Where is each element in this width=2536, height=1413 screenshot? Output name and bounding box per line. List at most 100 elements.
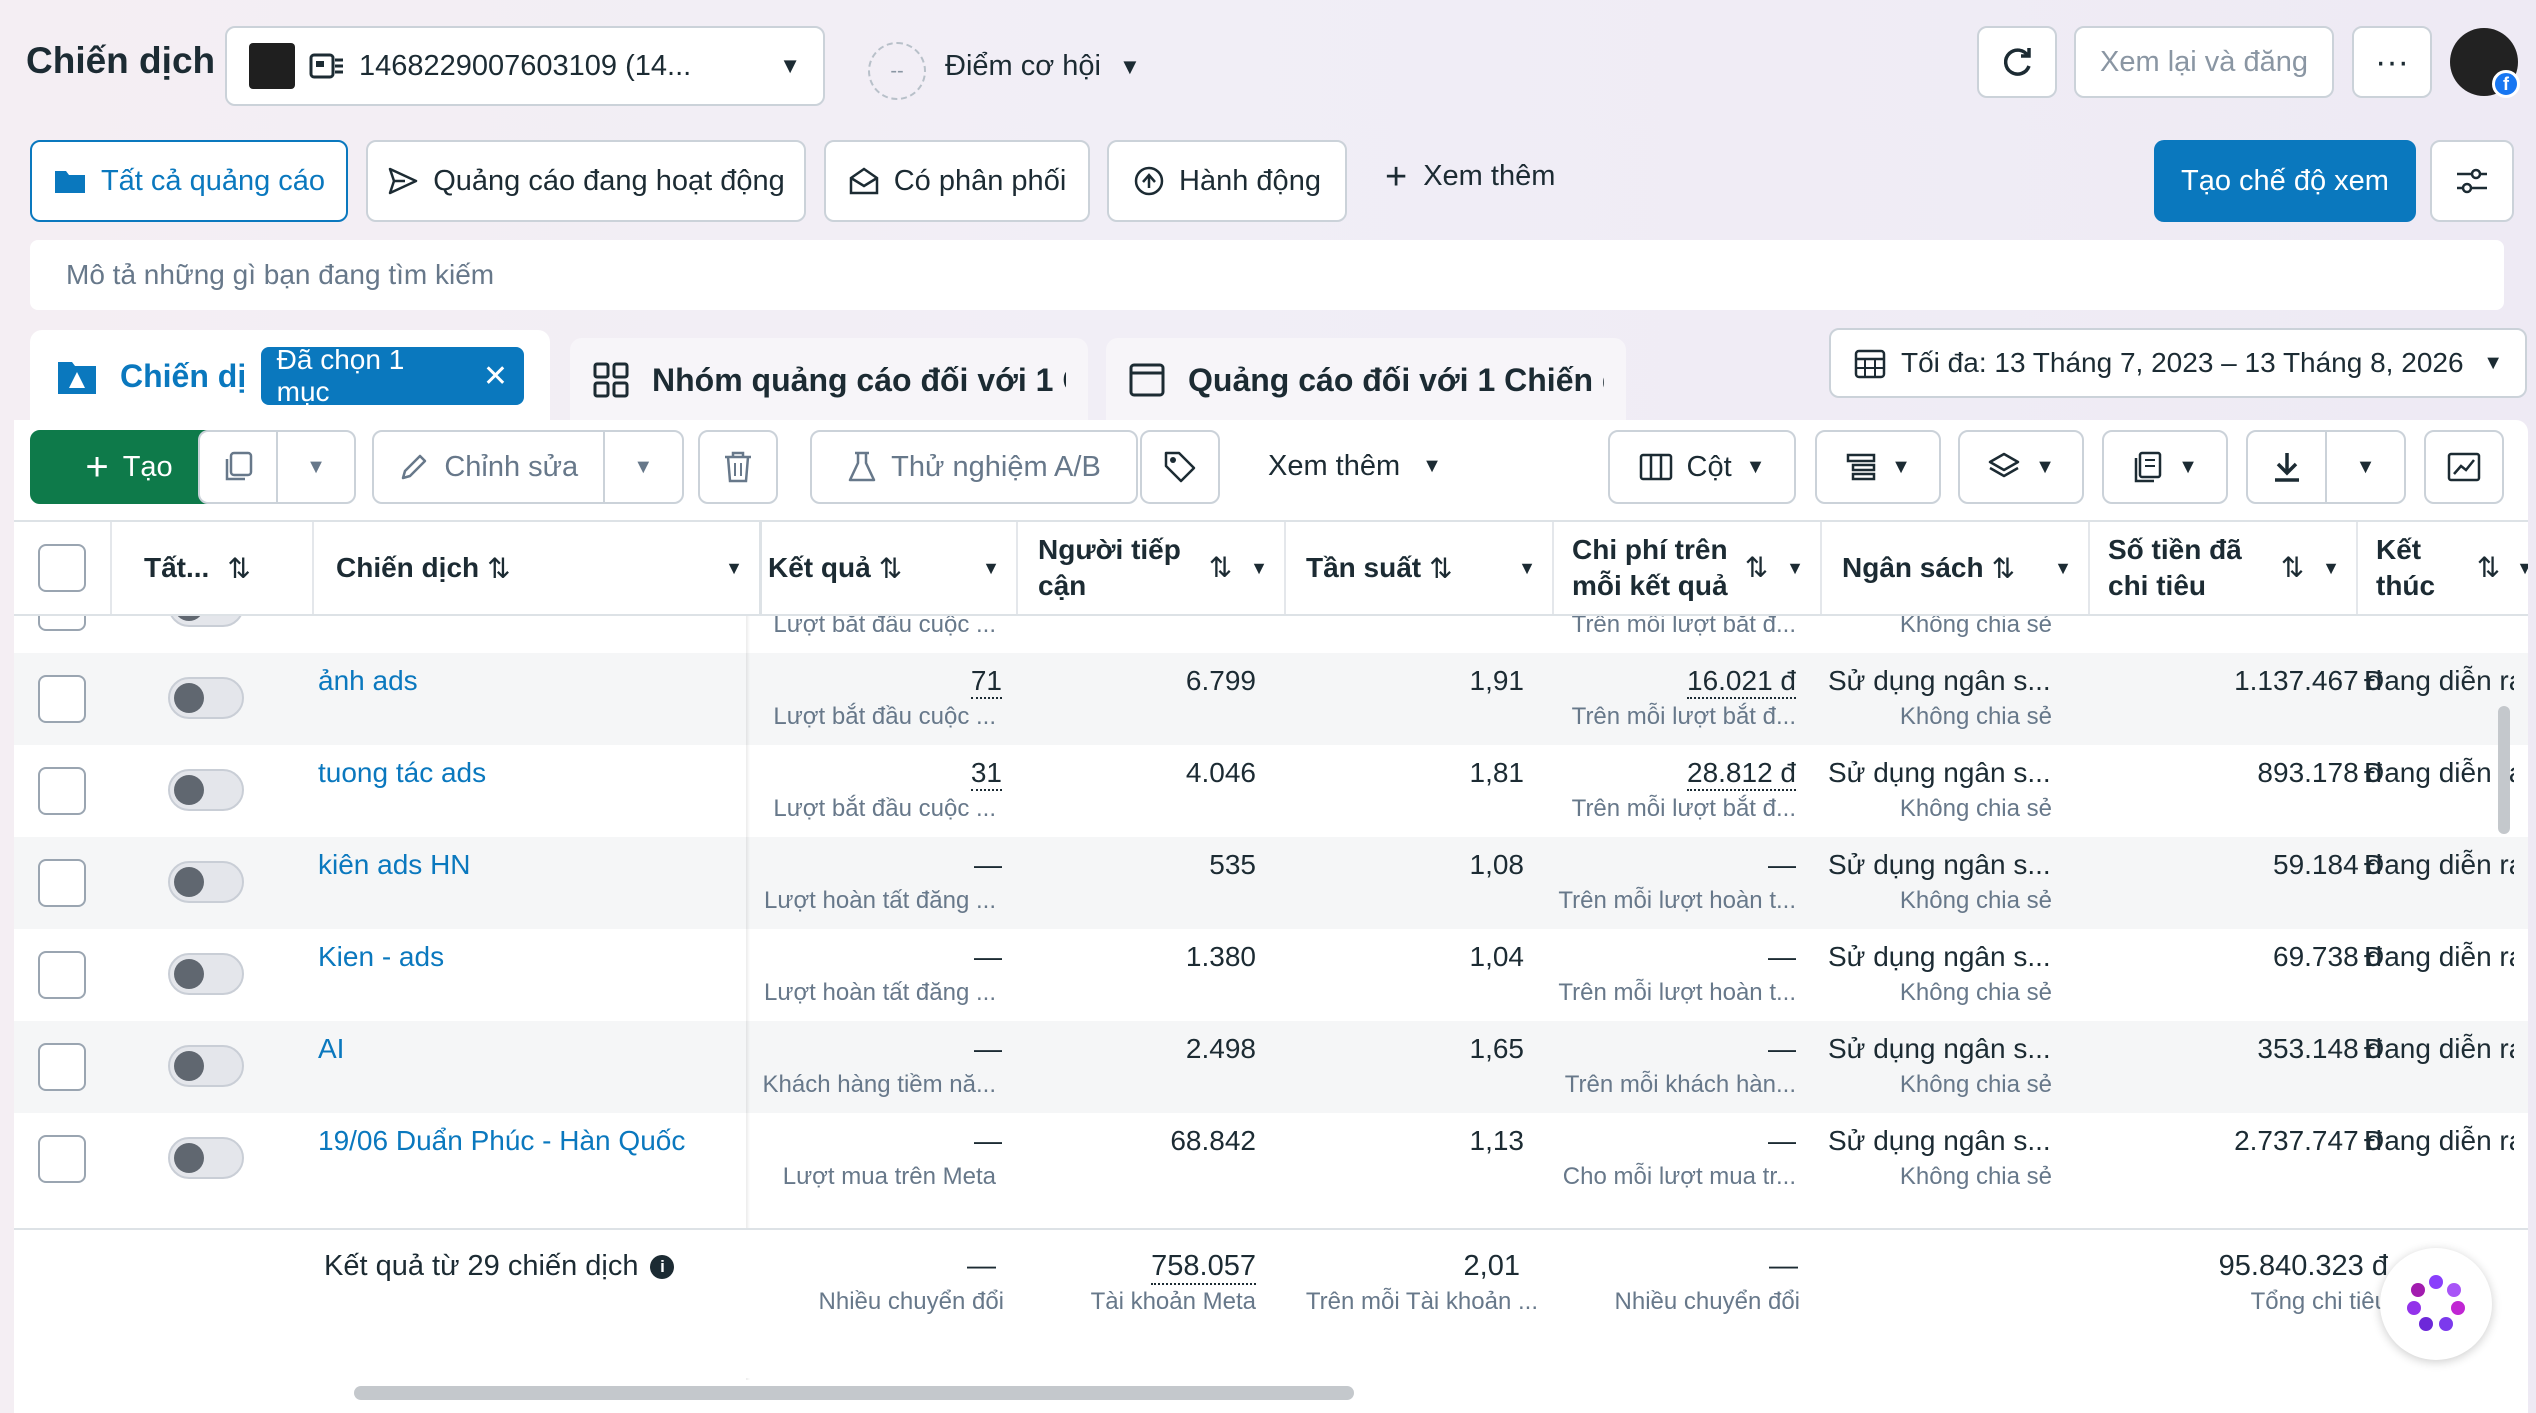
reach-value: 68.842 [1170, 1125, 1256, 1156]
columns-button[interactable]: Cột ▼ [1608, 430, 1796, 504]
campaign-name-link[interactable]: 19/06 Duẩn Phúc - Hàn Quốc [318, 1125, 685, 1157]
flask-icon [847, 450, 877, 484]
summary-label: Kết quả từ 29 chiến dịch i [324, 1250, 675, 1283]
refresh-button[interactable] [1977, 26, 2057, 98]
opportunity-score-dropdown[interactable]: Điểm cơ hội ▼ [945, 50, 1141, 83]
breakdown-icon [1845, 451, 1877, 483]
edit-button-group[interactable]: Chỉnh sửa ▼ [372, 430, 684, 504]
caret-down-icon: ▼ [2035, 455, 2055, 478]
table-row[interactable]: web7Lượt bắt đầu cuộc ...1.9041,5023.499… [14, 616, 2528, 653]
campaign-toggle[interactable] [168, 677, 244, 719]
end-status: Đang diễn ra [2364, 849, 2514, 880]
download-icon[interactable] [2248, 450, 2325, 484]
row-checkbox[interactable] [38, 859, 86, 907]
sort-icon: ⇅ [878, 552, 903, 584]
chevron-down-icon[interactable]: ▼ [605, 456, 683, 479]
tag-icon [1163, 450, 1197, 484]
column-header-amount-spent[interactable]: Số tiền đã chi tiêu ⇅ ▼ [2090, 522, 2358, 614]
campaign-name-link[interactable]: AI [318, 1033, 344, 1065]
row-checkbox[interactable] [38, 616, 86, 631]
account-icon [309, 51, 345, 81]
campaign-name-link[interactable]: tuong tác ads [318, 757, 486, 789]
cost-per-result-value: — [1768, 849, 1796, 880]
cost-per-result-sub: Trên mỗi lượt hoàn t... [1558, 887, 1796, 914]
horizontal-scrollbar[interactable] [354, 1386, 1354, 1400]
campaign-toggle[interactable] [168, 861, 244, 903]
selected-chip[interactable]: Đã chọn 1 mục ✕ [260, 344, 524, 407]
campaign-name-link[interactable]: kiên ads HN [318, 849, 471, 881]
table-row[interactable]: AI — Khách hàng tiềm nă... 2.498 1,65 — Trên m… [14, 1021, 2528, 1113]
more-options-button[interactable]: ··· [2352, 26, 2432, 98]
budget-sub: Không chia sẻ [1899, 795, 2052, 822]
column-header-frequency[interactable]: Tần suất ⇅ ▼ [1286, 522, 1554, 614]
ab-test-button[interactable]: Thử nghiệm A/B [810, 430, 1138, 504]
review-publish-button[interactable]: Xem lại và đăng [2074, 26, 2334, 98]
table-row[interactable]: ảnh ads 71 Lượt bắt đầu cuộc ... 6.799 1,91 1… [14, 653, 2528, 745]
campaign-name-link[interactable]: ảnh ads [318, 665, 418, 697]
info-icon[interactable]: i [650, 1254, 675, 1279]
tag-button[interactable] [1140, 430, 1220, 504]
result-type: Lượt hoàn tất đăng ... [764, 979, 996, 1006]
campaign-toggle[interactable] [168, 769, 244, 811]
table-row[interactable]: 19/06 Duẩn Phúc - Hàn Quốc — Lượt mua trên… [14, 1113, 2528, 1205]
layers-button[interactable]: ▼ [1958, 430, 2084, 504]
table-row[interactable]: kiên ads HN — Lượt hoàn tất đăng ... 535 1,0… [14, 837, 2528, 929]
search-input[interactable]: Mô tả những gì bạn đang tìm kiếm [30, 240, 2504, 310]
table-row[interactable]: Kien - ads — Lượt hoàn tất đăng ... 1.380 1,… [14, 929, 2528, 1021]
column-header-budget[interactable]: Ngân sách ⇅ ▼ [1822, 522, 2090, 614]
tab-ads[interactable]: Quảng cáo đối với 1 Chiến dịch [1106, 338, 1626, 422]
tab-campaigns[interactable]: Chiến dịch Đã chọn 1 mục ✕ [30, 330, 550, 422]
select-all-checkbox[interactable] [38, 544, 86, 592]
close-icon[interactable]: ✕ [483, 359, 508, 394]
column-header-all[interactable]: Tất... ⇅ [112, 522, 314, 614]
column-header-end[interactable]: Kết thúc ⇅ ▼ [2358, 522, 2528, 614]
duplicate-icon[interactable] [200, 450, 276, 484]
export-button-group[interactable]: ▼ [2246, 430, 2406, 504]
account-selector[interactable]: 1468229007603109 (14... ▼ [225, 26, 825, 106]
vertical-scrollbar[interactable] [2498, 706, 2510, 834]
breakdown-button[interactable]: ▼ [1815, 430, 1941, 504]
account-avatar [249, 43, 295, 89]
charts-button[interactable] [2424, 430, 2504, 504]
column-header-reach[interactable]: Người tiếp cận ⇅ ▼ [1018, 522, 1286, 614]
tab-ad-sets[interactable]: Nhóm quảng cáo đối với 1 Chiến dịch [570, 338, 1088, 422]
date-range-label: Tối đa: 13 Tháng 7, 2023 – 13 Tháng 8, 2… [1901, 347, 2464, 378]
campaign-toggle[interactable] [168, 1137, 244, 1179]
caret-down-icon: ▼ [2054, 557, 2072, 578]
edit-button[interactable]: Chỉnh sửa [374, 451, 603, 484]
column-header-campaign[interactable]: Chiến dịch ⇅ ▼ [314, 522, 762, 614]
chevron-down-icon[interactable]: ▼ [278, 456, 354, 479]
delete-button[interactable] [698, 430, 778, 504]
sort-icon: ⇅ [2280, 552, 2305, 583]
filter-action[interactable]: Hành động [1107, 140, 1347, 222]
column-header-cost-per-result[interactable]: Chi phí trên mỗi kết quả ⇅ ▼ [1554, 522, 1822, 614]
ai-assistant-button[interactable] [2380, 1248, 2492, 1360]
chevron-down-icon[interactable]: ▼ [2327, 456, 2404, 479]
see-more-filters[interactable]: + Xem thêm [1385, 158, 1555, 196]
row-checkbox[interactable] [38, 1135, 86, 1183]
reports-button[interactable]: ▼ [2102, 430, 2228, 504]
column-header-result[interactable]: Kết quả ⇅ ▼ [762, 522, 1018, 614]
filter-has-delivery[interactable]: Có phân phối [824, 140, 1090, 222]
campaign-name-link[interactable]: Kien - ads [318, 941, 444, 973]
row-checkbox[interactable] [38, 951, 86, 999]
duplicate-button-group[interactable]: ▼ [198, 430, 356, 504]
column-header-all-label: Tất... [144, 552, 210, 583]
table-row[interactable]: tuong tác ads 31 Lượt bắt đầu cuộc ... 4.04… [14, 745, 2528, 837]
end-status: Đang diễn ra [2364, 757, 2514, 788]
campaign-toggle[interactable] [168, 616, 244, 627]
row-checkbox[interactable] [38, 1043, 86, 1091]
create-view-button[interactable]: Tạo chế độ xem [2154, 140, 2416, 222]
end-status: Đang diễn ra [2364, 941, 2514, 972]
filter-active-ads[interactable]: Quảng cáo đang hoạt động [366, 140, 806, 222]
view-settings-button[interactable] [2430, 140, 2514, 222]
cost-per-result-value: — [1768, 941, 1796, 972]
row-checkbox[interactable] [38, 675, 86, 723]
campaign-toggle[interactable] [168, 953, 244, 995]
folder-icon [53, 167, 87, 195]
campaign-toggle[interactable] [168, 1045, 244, 1087]
see-more-toolbar[interactable]: Xem thêm ▼ [1268, 450, 1442, 483]
filter-all-ads[interactable]: Tất cả quảng cáo [30, 140, 348, 222]
date-range-picker[interactable]: Tối đa: 13 Tháng 7, 2023 – 13 Tháng 8, 2… [1829, 328, 2527, 398]
row-checkbox[interactable] [38, 767, 86, 815]
